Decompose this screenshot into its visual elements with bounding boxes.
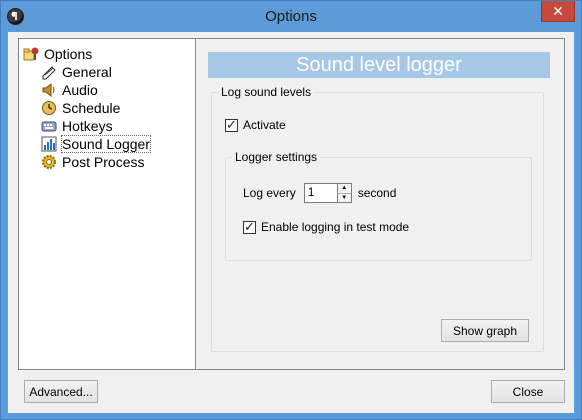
speaker-icon xyxy=(41,82,57,98)
tree-item-label: Options xyxy=(44,46,93,62)
close-button[interactable]: Close xyxy=(491,380,565,403)
tree-item-sound-logger[interactable]: Sound Logger xyxy=(41,135,151,153)
test-mode-row[interactable]: Enable logging in test mode xyxy=(243,219,410,235)
options-window: Options ✕ Options General Audio Schedule… xyxy=(0,0,582,420)
options-folder-icon xyxy=(23,46,39,62)
log-interval-spinner[interactable]: 1 ▲ ▼ xyxy=(303,183,352,203)
tree-item-label: General xyxy=(62,64,112,80)
log-interval-input[interactable]: 1 xyxy=(303,183,338,203)
tree-item-label: Audio xyxy=(62,82,98,98)
tree-item-audio[interactable]: Audio xyxy=(41,81,98,99)
spin-down-icon[interactable]: ▼ xyxy=(337,192,351,202)
client-area: Options General Audio Schedule Hotkeys S… xyxy=(8,32,574,413)
options-tree[interactable]: Options General Audio Schedule Hotkeys S… xyxy=(18,38,196,370)
test-mode-checkbox[interactable] xyxy=(243,219,256,235)
group-label: Logger settings xyxy=(232,150,321,164)
panel-banner: Sound level logger xyxy=(208,52,550,78)
log-every-row: Log every 1 ▲ ▼ second xyxy=(243,183,396,203)
tree-item-label: Hotkeys xyxy=(62,118,113,134)
tree-item-general[interactable]: General xyxy=(41,63,112,81)
settings-panel: Sound level logger Log sound levels Acti… xyxy=(195,38,565,370)
tree-item-post-process[interactable]: Post Process xyxy=(41,153,144,171)
activate-checkbox[interactable] xyxy=(225,117,238,133)
tree-item-label: Post Process xyxy=(62,154,145,170)
gear-icon xyxy=(41,154,57,170)
app-icon[interactable] xyxy=(7,8,24,25)
clock-icon xyxy=(41,100,57,116)
activate-row[interactable]: Activate xyxy=(225,117,286,133)
tree-item-label: Schedule xyxy=(62,100,121,116)
group-label: Log sound levels xyxy=(218,85,315,99)
advanced-button[interactable]: Advanced... xyxy=(24,380,98,403)
logger-settings-group: Logger settings Log every 1 ▲ ▼ second ✓… xyxy=(225,150,532,261)
tree-item-options[interactable]: Options xyxy=(23,45,92,63)
tree-item-label: Sound Logger xyxy=(61,135,151,153)
tree-item-hotkeys[interactable]: Hotkeys xyxy=(41,117,113,135)
window-title: Options xyxy=(265,8,317,25)
bar-chart-icon xyxy=(41,136,57,152)
log-sound-levels-group: Log sound levels Activate Logger setting… xyxy=(211,85,544,352)
test-mode-label: Enable logging in test mode xyxy=(261,220,410,234)
show-graph-button[interactable]: Show graph xyxy=(441,319,529,342)
tree-item-schedule[interactable]: Schedule xyxy=(41,99,120,117)
keyboard-icon xyxy=(41,118,57,134)
close-window-button[interactable]: ✕ xyxy=(541,1,575,22)
log-every-label: Log every xyxy=(243,186,296,200)
spin-up-icon[interactable]: ▲ xyxy=(337,184,351,193)
pencil-icon xyxy=(41,64,57,80)
title-bar[interactable]: Options ✕ xyxy=(1,1,581,32)
unit-label: second xyxy=(357,186,397,200)
activate-label: Activate xyxy=(243,118,286,132)
